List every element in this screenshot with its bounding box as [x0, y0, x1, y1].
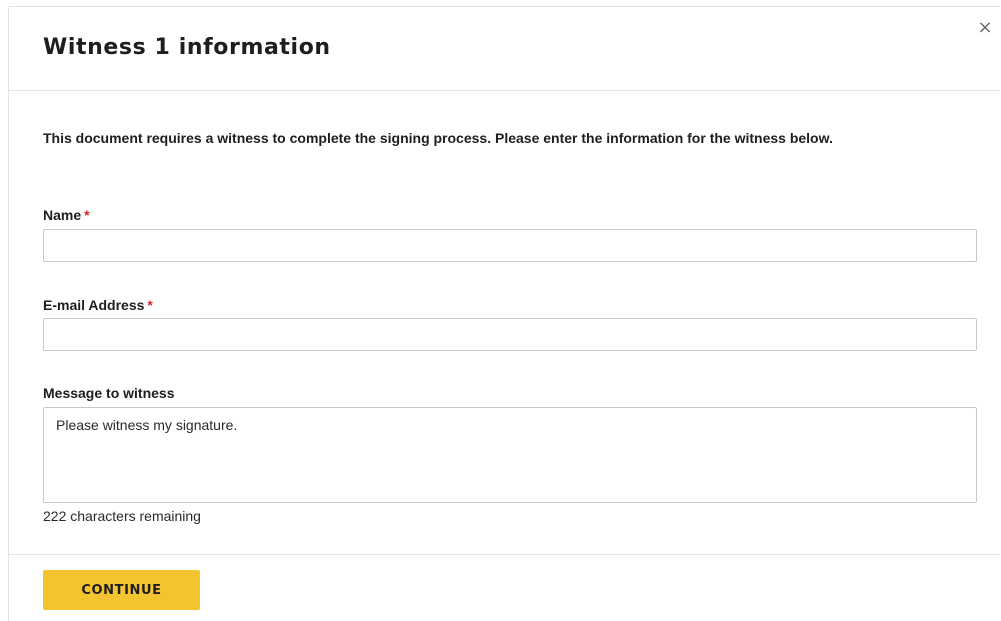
- intro-text: This document requires a witness to comp…: [43, 130, 833, 146]
- name-label: Name *: [43, 207, 90, 223]
- email-field[interactable]: [43, 318, 977, 351]
- name-required-marker: *: [84, 207, 90, 223]
- email-label: E-mail Address *: [43, 297, 153, 313]
- email-required-marker: *: [147, 297, 153, 313]
- witness-dialog: Witness 1 information × This document re…: [8, 6, 1000, 621]
- close-icon[interactable]: ×: [976, 19, 994, 37]
- dialog-header: Witness 1 information: [9, 7, 1000, 91]
- continue-button[interactable]: CONTINUE: [43, 570, 200, 610]
- characters-remaining: 222 characters remaining: [43, 508, 201, 524]
- email-label-text: E-mail Address: [43, 297, 145, 313]
- dialog-title: Witness 1 information: [43, 35, 331, 60]
- message-label: Message to witness: [43, 385, 175, 401]
- footer-divider: [9, 554, 1000, 555]
- name-label-text: Name: [43, 207, 82, 223]
- message-field[interactable]: Please witness my signature.: [43, 407, 977, 503]
- name-field[interactable]: [43, 229, 977, 262]
